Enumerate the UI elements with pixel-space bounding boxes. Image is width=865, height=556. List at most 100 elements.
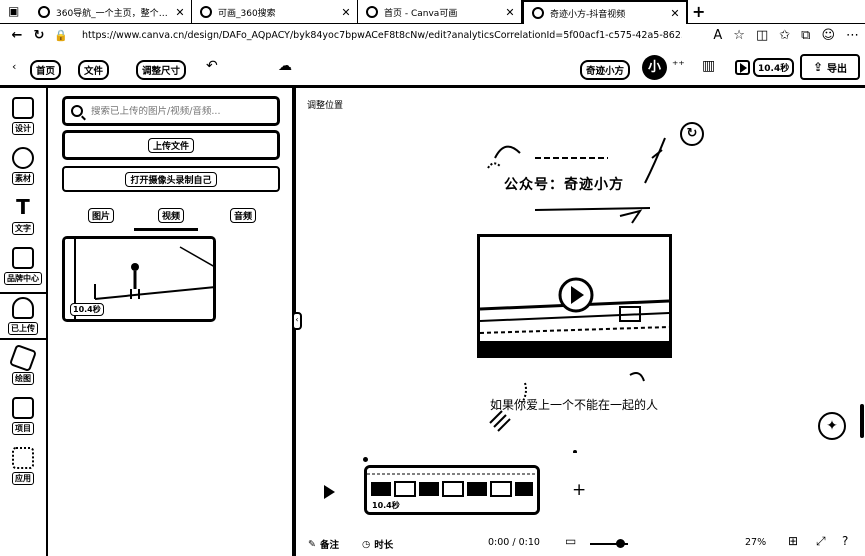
record-yourself-label: 打开摄像头录制自己 xyxy=(125,171,217,187)
canvas-scrollbar[interactable] xyxy=(860,404,864,438)
cloud-save-icon[interactable]: ☁ xyxy=(278,58,292,74)
timeline-playhead[interactable] xyxy=(363,457,368,462)
rail-item-draw[interactable]: 绘图 xyxy=(0,342,46,390)
rail-item-brand[interactable]: 品牌中心 xyxy=(0,242,46,290)
apps-grid-icon xyxy=(12,447,34,469)
duration-label: 时长 xyxy=(374,540,394,551)
record-yourself-button[interactable]: 打开摄像头录制自己 xyxy=(62,166,280,192)
text-t-icon: T xyxy=(16,195,30,219)
tab-actions-icon[interactable]: ▣ xyxy=(8,4,19,18)
home-button[interactable]: 首页 xyxy=(30,60,62,80)
rail-label: 绘图 xyxy=(12,372,34,385)
rail-item-design[interactable]: 设计 xyxy=(0,92,46,140)
address-bar: ← ↻ 🔒 https://www.canva.cn/design/DAFo_A… xyxy=(0,24,865,46)
add-clip-button[interactable]: + xyxy=(572,480,586,500)
zoom-slider-knob[interactable] xyxy=(615,539,625,548)
timeline-play-icon[interactable] xyxy=(324,485,335,499)
brand-icon xyxy=(12,247,34,269)
close-tab-icon[interactable]: ✕ xyxy=(339,6,353,19)
close-tab-icon[interactable]: ✕ xyxy=(173,6,187,19)
notes-icon: ✎ xyxy=(308,538,316,550)
active-tab-indicator xyxy=(134,228,198,231)
rail-item-uploads[interactable]: 已上传 xyxy=(0,292,46,340)
rail-label: 设计 xyxy=(12,122,34,135)
duration-button[interactable]: ◷ 时长 xyxy=(362,537,394,552)
notes-button[interactable]: ✎ 备注 xyxy=(308,537,339,552)
reload-icon[interactable]: ↻ xyxy=(28,28,50,43)
rail-item-elements[interactable]: 素材 xyxy=(0,142,46,190)
browser-tab-canva-home[interactable]: 首页 - Canva可画 ✕ xyxy=(358,0,522,24)
url-field[interactable]: https://www.canva.cn/design/DAFo_AQpACY/… xyxy=(82,30,682,41)
search-input[interactable] xyxy=(91,105,271,117)
tab-favicon-icon xyxy=(532,7,544,19)
play-icon xyxy=(735,60,750,75)
lock-icon[interactable]: 🔒 xyxy=(50,29,72,42)
zoom-percent[interactable]: 27% xyxy=(745,537,766,548)
search-box[interactable] xyxy=(62,96,280,126)
design-duration: 10.4秒 xyxy=(753,58,795,77)
tab-favicon-icon xyxy=(200,6,212,18)
caption-doodles xyxy=(489,372,645,453)
rail-label: 品牌中心 xyxy=(4,272,42,285)
close-tab-icon[interactable]: ✕ xyxy=(668,7,682,20)
chevron-left-icon[interactable]: ‹ xyxy=(12,60,16,73)
tab-audio[interactable]: 音频 xyxy=(230,208,257,223)
read-aloud-icon[interactable]: A xyxy=(713,28,722,43)
collections-icon[interactable]: ⧉ xyxy=(801,28,810,43)
close-tab-icon[interactable]: ✕ xyxy=(503,6,517,19)
export-button[interactable]: ⇪ 导出 xyxy=(800,54,860,80)
pen-icon xyxy=(8,343,38,373)
back-arrow-icon[interactable]: ← xyxy=(6,28,28,43)
fullscreen-icon[interactable]: ⤢ xyxy=(816,534,826,549)
new-tab-button[interactable]: + xyxy=(692,2,705,21)
headline-text[interactable]: 公众号：奇迹小方 xyxy=(504,174,624,194)
rail-label: 项目 xyxy=(12,422,34,435)
undo-icon[interactable]: ↶ xyxy=(206,58,218,74)
rail-item-text[interactable]: T 文字 xyxy=(0,192,46,240)
tab-videos[interactable]: 视频 xyxy=(158,208,185,223)
tab-title: 奇迹小方-抖音视频 xyxy=(550,9,626,20)
monitor-icon[interactable]: ▭ xyxy=(565,534,576,548)
help-icon[interactable]: ? xyxy=(842,534,848,548)
rail-item-apps[interactable]: 应用 xyxy=(0,442,46,490)
rail-item-projects[interactable]: 项目 xyxy=(0,392,46,440)
browser-tab-canva-search[interactable]: 可画_360搜索 ✕ xyxy=(192,0,358,24)
cloud-upload-icon xyxy=(12,297,34,319)
tab-images[interactable]: 图片 xyxy=(88,208,115,223)
magic-sparkle-icon[interactable]: ✦ xyxy=(818,412,846,440)
layout-icon xyxy=(12,97,34,119)
profile-icon[interactable]: ☺ xyxy=(821,28,835,43)
rail-label: 已上传 xyxy=(8,322,38,335)
browser-tab-active[interactable]: 奇迹小方-抖音视频 ✕ xyxy=(522,0,688,24)
bottom-bar: ✎ 备注 ◷ 时长 0:00 / 0:10 ▭ 27% ⊞ ⤢ ? xyxy=(300,532,865,556)
favorites-icon[interactable]: ✩ xyxy=(779,28,790,43)
tab-favicon-icon xyxy=(38,6,50,18)
video-element[interactable] xyxy=(477,234,672,358)
grid-view-icon[interactable]: ⊞ xyxy=(788,534,798,548)
upload-files-button[interactable]: 上传文件 xyxy=(62,130,280,160)
favorite-star-icon[interactable]: ☆ xyxy=(733,28,745,43)
refresh-icon[interactable]: ↻ xyxy=(680,122,704,146)
avatar[interactable]: 小 xyxy=(642,55,667,80)
rail-label: 应用 xyxy=(12,472,34,485)
media-tabs: 图片 视频 音频 xyxy=(62,206,280,232)
design-name[interactable]: 奇迹小方 xyxy=(580,60,631,80)
more-menu-icon[interactable]: ⋯ xyxy=(846,28,859,43)
zoom-text: 27% xyxy=(745,537,767,548)
add-collaborator-icon[interactable]: ⁺⁺ xyxy=(672,58,685,72)
thumbnail-duration: 10.4秒 xyxy=(70,303,104,316)
video-frame-image xyxy=(480,237,669,355)
resize-button[interactable]: 调整尺寸 xyxy=(136,60,187,80)
file-menu-button[interactable]: 文件 xyxy=(78,60,110,80)
analytics-icon[interactable]: ▥ xyxy=(702,58,715,74)
split-screen-icon[interactable]: ◫ xyxy=(756,28,768,43)
preview-play-button[interactable]: 10.4秒 xyxy=(735,58,795,77)
elements-icon xyxy=(12,147,34,169)
browser-tab-360-home[interactable]: 360导航_一个主页，整个世界 ✕ xyxy=(30,0,192,24)
adjust-position-label[interactable]: 调整位置 xyxy=(307,98,343,111)
timeline-clip[interactable]: 10.4秒 xyxy=(364,465,540,515)
clock-icon: ◷ xyxy=(362,538,371,550)
uploaded-video-thumbnail[interactable]: 10.4秒 xyxy=(62,236,216,322)
tab-title: 首页 - Canva可画 xyxy=(384,8,458,19)
tab-title: 360导航_一个主页，整个世界 xyxy=(56,8,173,19)
